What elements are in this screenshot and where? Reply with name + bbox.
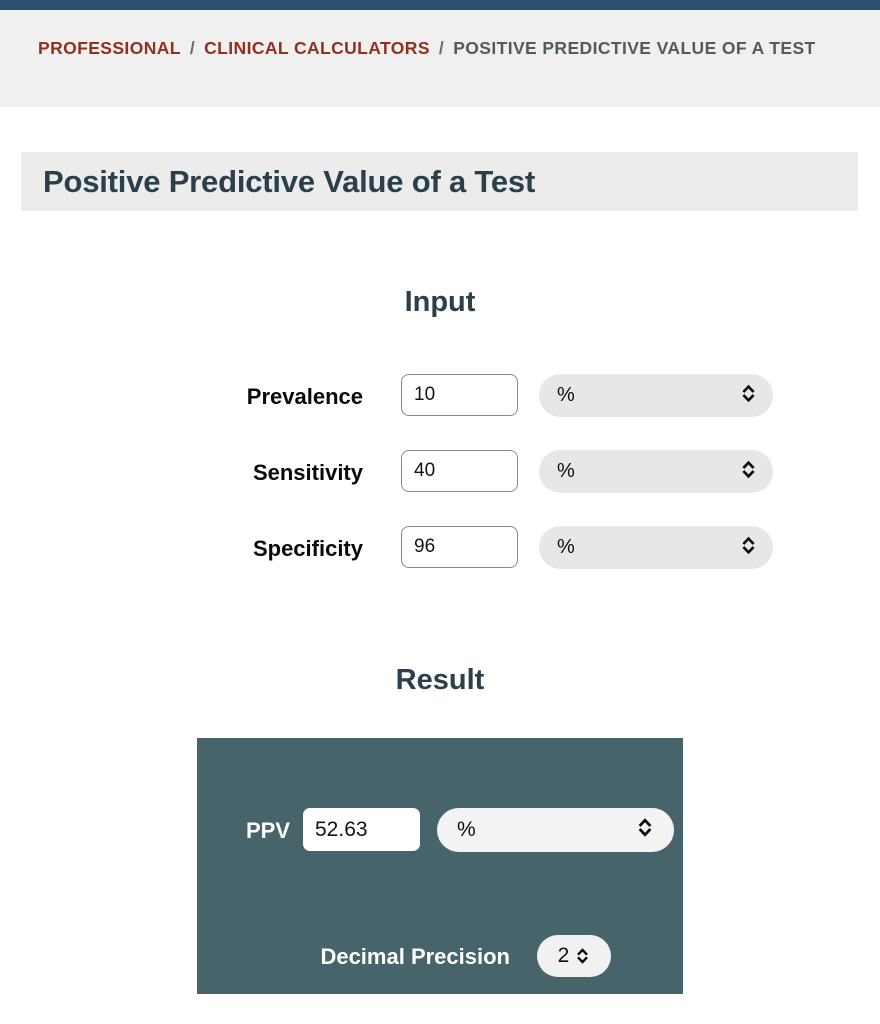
ppv-unit-select[interactable]: % bbox=[437, 808, 674, 852]
chevron-updown-icon bbox=[740, 534, 757, 561]
breadcrumb-item-current: POSITIVE PREDICTIVE VALUE OF A TEST bbox=[453, 38, 816, 58]
input-rows: Prevalence % Sensitivity % bbox=[0, 374, 880, 602]
label-prevalence: Prevalence bbox=[246, 384, 363, 409]
label-sensitivity: Sensitivity bbox=[252, 460, 363, 485]
breadcrumb: PROFESSIONAL / CLINICAL CALCULATORS / POSITI… bbox=[38, 32, 828, 65]
input-section-heading: Input bbox=[404, 286, 476, 318]
input-row-prevalence: Prevalence % bbox=[0, 374, 880, 450]
label-ppv: PPV bbox=[245, 818, 290, 843]
chevron-updown-icon bbox=[636, 816, 654, 844]
prevalence-unit-select[interactable]: % bbox=[539, 374, 773, 417]
result-row-decimal-precision: Decimal Precision 2 bbox=[197, 935, 683, 979]
input-row-sensitivity: Sensitivity % bbox=[0, 450, 880, 526]
ppv-unit-value: % bbox=[457, 818, 476, 841]
chevron-updown-icon bbox=[740, 382, 757, 409]
page-title-bar: Positive Predictive Value of a Test bbox=[21, 152, 858, 211]
sensitivity-unit-select[interactable]: % bbox=[539, 450, 773, 493]
decimal-precision-value: 2 bbox=[557, 944, 570, 967]
top-accent-bar bbox=[0, 0, 880, 10]
ppv-output[interactable] bbox=[303, 808, 420, 851]
prevalence-unit-value: % bbox=[557, 384, 575, 406]
result-section-heading: Result bbox=[395, 664, 485, 696]
breadcrumb-separator: / bbox=[438, 38, 445, 58]
result-panel: PPV % Decimal Precision 2 bbox=[197, 738, 683, 994]
specificity-unit-select[interactable]: % bbox=[539, 526, 773, 569]
label-specificity: Specificity bbox=[252, 536, 363, 561]
decimal-precision-select[interactable]: 2 bbox=[537, 935, 611, 977]
specificity-input[interactable] bbox=[401, 526, 518, 568]
label-decimal-precision: Decimal Precision bbox=[320, 944, 510, 969]
page-title: Positive Predictive Value of a Test bbox=[43, 163, 536, 199]
input-row-specificity: Specificity % bbox=[0, 526, 880, 602]
breadcrumb-item-professional[interactable]: PROFESSIONAL bbox=[38, 38, 181, 58]
chevron-updown-icon bbox=[575, 946, 590, 966]
breadcrumb-separator: / bbox=[189, 38, 196, 58]
chevron-updown-icon bbox=[740, 458, 757, 485]
breadcrumb-item-clinical-calculators[interactable]: CLINICAL CALCULATORS bbox=[204, 38, 430, 58]
specificity-unit-value: % bbox=[557, 536, 575, 558]
sensitivity-unit-value: % bbox=[557, 460, 575, 482]
calculator-page: PROFESSIONAL / CLINICAL CALCULATORS / POSITI… bbox=[0, 0, 880, 1024]
sensitivity-input[interactable] bbox=[401, 450, 518, 492]
prevalence-input[interactable] bbox=[401, 374, 518, 416]
result-row-ppv: PPV % bbox=[197, 808, 683, 852]
breadcrumb-band: PROFESSIONAL / CLINICAL CALCULATORS / POSITI… bbox=[0, 10, 880, 107]
